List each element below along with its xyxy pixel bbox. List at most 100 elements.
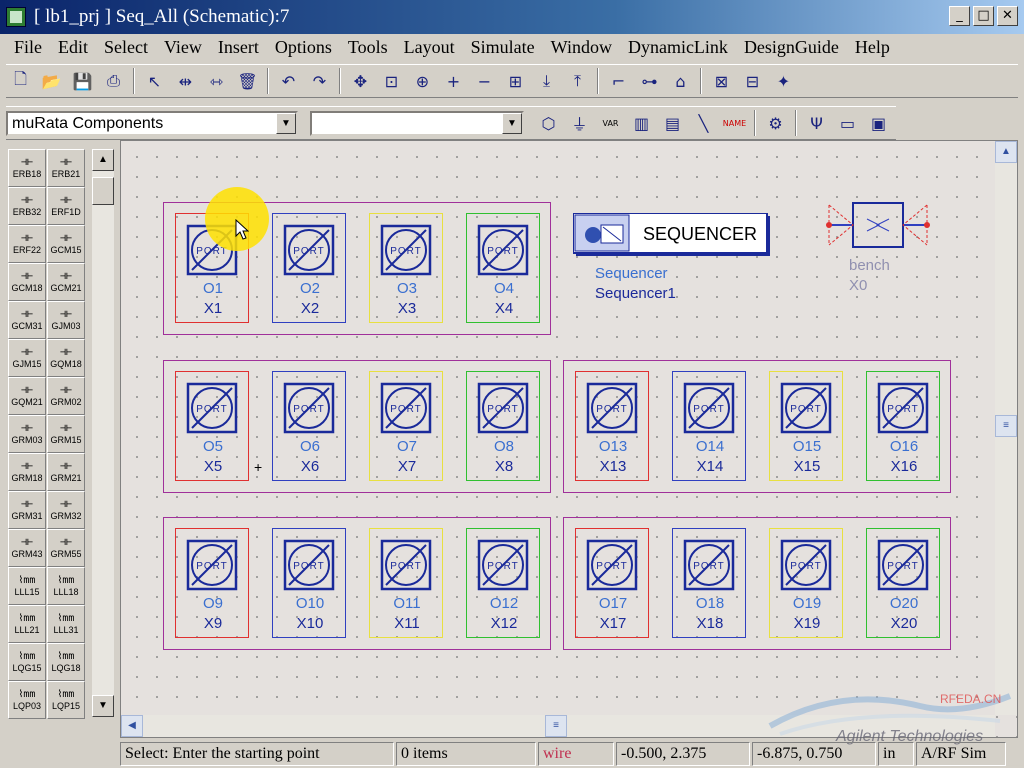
component-select[interactable]: ▼ [310, 110, 524, 136]
port-x3[interactable]: PORT O3 X3 [369, 213, 443, 323]
palette-item-grm02[interactable]: ⊣⊢ GRM02 [47, 377, 85, 415]
palette-item-lqp03[interactable]: ⌇mm LQP03 [8, 681, 46, 719]
port-x17[interactable]: PORT O17 X17 [575, 528, 649, 638]
push-down-icon[interactable]: ⤓ [532, 67, 561, 96]
library-select[interactable]: muRata Components ▼ [6, 110, 298, 136]
port-x6[interactable]: PORT O6 X6 [272, 371, 346, 481]
palette-item-lll18[interactable]: ⌇mm LLL18 [47, 567, 85, 605]
palette-item-gcm18[interactable]: ⊣⊢ GCM18 [8, 263, 46, 301]
move-icon[interactable]: ✥ [346, 67, 375, 96]
palette-item-lll15[interactable]: ⌇mm LLL15 [8, 567, 46, 605]
palette-item-grm21[interactable]: ⊣⊢ GRM21 [47, 453, 85, 491]
port-x12[interactable]: PORT O12 X12 [466, 528, 540, 638]
horizontal-scroll-thumb[interactable]: ≡ [545, 715, 567, 737]
menu-edit[interactable]: Edit [50, 37, 96, 58]
redo-icon[interactable]: ↷ [305, 67, 334, 96]
var-button[interactable]: VAR [596, 109, 625, 138]
palette-item-lll31[interactable]: ⌇mm LLL31 [47, 605, 85, 643]
simulate-icon[interactable]: ▣ [864, 109, 893, 138]
port-x2[interactable]: PORT O2 X2 [272, 213, 346, 323]
maximize-button[interactable]: □ [973, 6, 994, 26]
palette-item-grm31[interactable]: ⊣⊢ GRM31 [8, 491, 46, 529]
scroll-thumb[interactable] [92, 177, 114, 205]
scroll-up-icon[interactable]: ▲ [995, 141, 1017, 163]
select-arrow-icon[interactable]: ↖ [140, 67, 169, 96]
palette-item-erb32[interactable]: ⊣⊢ ERB32 [8, 187, 46, 225]
menu-insert[interactable]: Insert [210, 37, 267, 58]
zoom-area-icon[interactable]: ⊡ [377, 67, 406, 96]
mirror-y-icon[interactable]: ⇿ [202, 67, 231, 96]
palette-item-gjm15[interactable]: ⊣⊢ GJM15 [8, 339, 46, 377]
palette-item-grm03[interactable]: ⊣⊢ GRM03 [8, 415, 46, 453]
name-icon[interactable]: ⊶ [635, 67, 664, 96]
menu-designguide[interactable]: DesignGuide [736, 37, 847, 58]
palette-item-grm32[interactable]: ⊣⊢ GRM32 [47, 491, 85, 529]
palette-item-gqm21[interactable]: ⊣⊢ GQM21 [8, 377, 46, 415]
mirror-x-icon[interactable]: ⇹ [171, 67, 200, 96]
palette-item-lqp15[interactable]: ⌇mm LQP15 [47, 681, 85, 719]
port-x5[interactable]: PORT O5 X5 [175, 371, 249, 481]
menu-window[interactable]: Window [543, 37, 620, 58]
port-x20[interactable]: PORT O20 X20 [866, 528, 940, 638]
port-symbol-icon[interactable]: ⬡ [534, 109, 563, 138]
port-x9[interactable]: PORT O9 X9 [175, 528, 249, 638]
port-x15[interactable]: PORT O15 X15 [769, 371, 843, 481]
zoom-plus-icon[interactable]: + [439, 67, 468, 96]
zoom-in-icon[interactable]: ⊕ [408, 67, 437, 96]
print-icon[interactable]: ⎙ [99, 67, 128, 96]
port-x7[interactable]: PORT O7 X7 [369, 371, 443, 481]
canvas-vertical-scrollbar[interactable]: ▲ ≡ [995, 141, 1017, 715]
deactivate-icon[interactable]: ⊠ [707, 67, 736, 96]
short-icon[interactable]: ⊟ [738, 67, 767, 96]
port-x4[interactable]: PORT O4 X4 [466, 213, 540, 323]
palette-item-gcm15[interactable]: ⊣⊢ GCM15 [47, 225, 85, 263]
menu-dynamiclink[interactable]: DynamicLink [620, 37, 736, 58]
palette-item-lll21[interactable]: ⌇mm LLL21 [8, 605, 46, 643]
palette-item-gcm31[interactable]: ⊣⊢ GCM31 [8, 301, 46, 339]
menu-view[interactable]: View [156, 37, 210, 58]
palette-item-erf1d[interactable]: ⊣⊢ ERF1D [47, 187, 85, 225]
pop-up-icon[interactable]: ⤒ [563, 67, 592, 96]
port-x10[interactable]: PORT O10 X10 [272, 528, 346, 638]
vertical-scroll-thumb[interactable]: ≡ [995, 415, 1017, 437]
app-icon[interactable] [6, 7, 26, 27]
undo-icon[interactable]: ↶ [274, 67, 303, 96]
port-x8[interactable]: PORT O8 X8 [466, 371, 540, 481]
minimize-button[interactable]: _ [949, 6, 970, 26]
palette-item-grm43[interactable]: ⊣⊢ GRM43 [8, 529, 46, 567]
menu-select[interactable]: Select [96, 37, 156, 58]
port-x11[interactable]: PORT O11 X11 [369, 528, 443, 638]
zoom-minus-icon[interactable]: − [470, 67, 499, 96]
schematic-canvas[interactable]: PORT O1 X1 PORT O2 X2 PORT O3 X3 PORT O4 X4 PORT O5 X5… [120, 140, 1018, 738]
wire-icon[interactable]: ⌐ [604, 67, 633, 96]
palette-item-gqm18[interactable]: ⊣⊢ GQM18 [47, 339, 85, 377]
title-bar[interactable]: [ lb1_prj ] Seq_All (Schematic):7 _ □ ✕ [0, 0, 1024, 34]
close-button[interactable]: ✕ [997, 6, 1018, 26]
menu-options[interactable]: Options [267, 37, 340, 58]
palette-item-lqg15[interactable]: ⌇mm LQG15 [8, 643, 46, 681]
wand-icon[interactable]: ✦ [769, 67, 798, 96]
chevron-down-icon[interactable]: ▼ [276, 112, 296, 134]
pin-icon[interactable]: ⌂ [666, 67, 695, 96]
palette-item-gjm03[interactable]: ⊣⊢ GJM03 [47, 301, 85, 339]
palette-scrollbar[interactable]: ▲ ▼ [92, 149, 114, 717]
palette-item-lqg18[interactable]: ⌇mm LQG18 [47, 643, 85, 681]
scroll-down-icon[interactable]: ▼ [92, 695, 114, 717]
menu-tools[interactable]: Tools [340, 37, 396, 58]
name-button[interactable]: NAME [720, 109, 749, 138]
palette-item-erb21[interactable]: ⊣⊢ ERB21 [47, 149, 85, 187]
port-x18[interactable]: PORT O18 X18 [672, 528, 746, 638]
scroll-left-icon[interactable]: ◀ [121, 715, 143, 737]
palette-item-grm18[interactable]: ⊣⊢ GRM18 [8, 453, 46, 491]
ground-icon[interactable]: ⏚ [565, 109, 594, 138]
display-template-icon[interactable]: ▥ [627, 109, 656, 138]
menu-layout[interactable]: Layout [396, 37, 463, 58]
palette-item-erf22[interactable]: ⊣⊢ ERF22 [8, 225, 46, 263]
chevron-down-icon[interactable]: ▼ [502, 112, 522, 134]
port-x14[interactable]: PORT O14 X14 [672, 371, 746, 481]
data-display-icon[interactable]: ▭ [833, 109, 862, 138]
dc-template-icon[interactable]: ▤ [658, 109, 687, 138]
new-icon[interactable]: 🗋 [6, 67, 35, 96]
zoom-fit-icon[interactable]: ⊞ [501, 67, 530, 96]
palette-item-gcm21[interactable]: ⊣⊢ GCM21 [47, 263, 85, 301]
